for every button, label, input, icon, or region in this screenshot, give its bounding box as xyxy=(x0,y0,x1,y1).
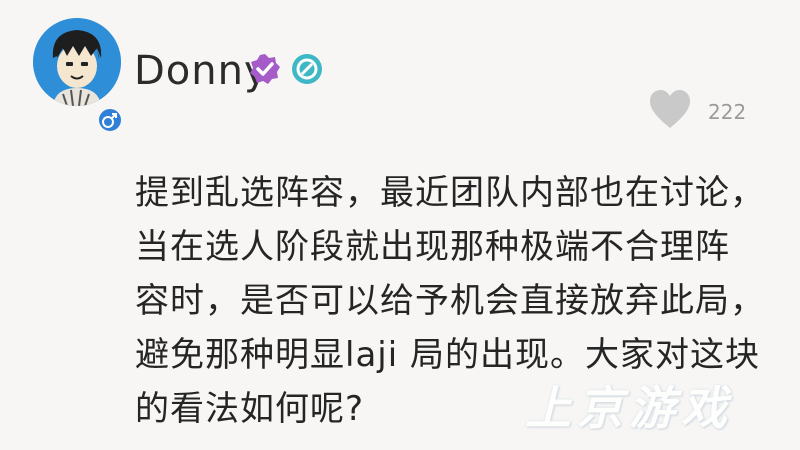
user-avatar[interactable] xyxy=(33,18,121,106)
post-line: 当在选人阶段就出现那种极端不合理阵 xyxy=(135,227,730,267)
purple-verified-badge-icon xyxy=(250,54,280,84)
cartoon-boy-avatar-icon xyxy=(33,18,121,106)
watermark: 上京游戏 xyxy=(525,381,733,435)
male-symbol-icon xyxy=(96,106,124,134)
teal-ring-badge-icon xyxy=(292,54,322,84)
post-line: 提到乱选阵容，最近团队内部也在讨论， xyxy=(135,173,765,213)
like-count: 222 xyxy=(708,100,747,124)
heart-icon[interactable] xyxy=(648,88,692,132)
post-line: 容时，是否可以给予机会直接放弃此局， xyxy=(135,281,765,321)
